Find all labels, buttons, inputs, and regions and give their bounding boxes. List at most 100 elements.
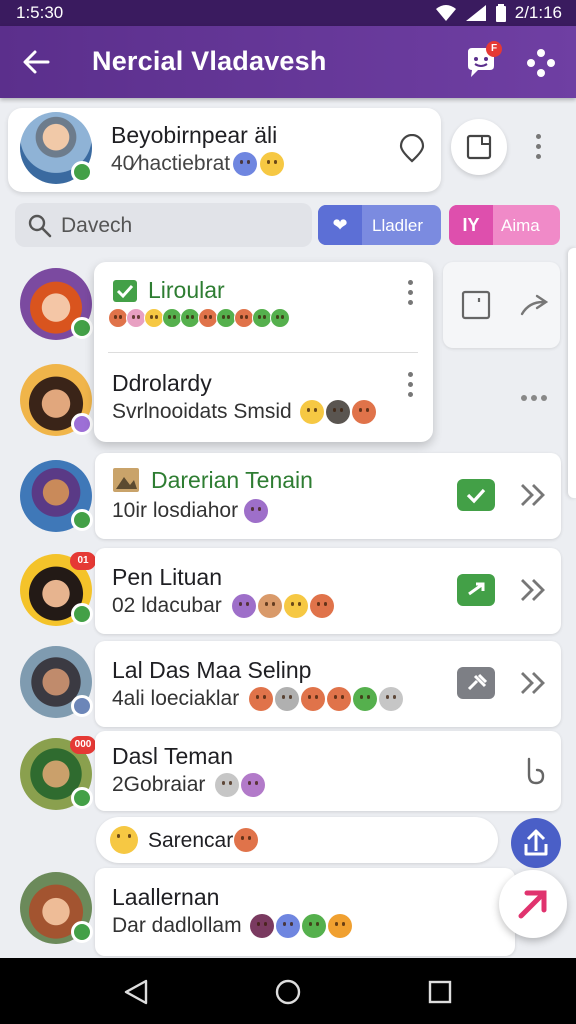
chat-subtitle-text: 10ir losdiahor — [112, 499, 239, 522]
check-button[interactable] — [457, 479, 495, 511]
double-chevron-icon[interactable] — [517, 574, 549, 606]
chat-name: Pen Lituan — [112, 564, 222, 590]
online-status-icon — [71, 161, 93, 183]
chat-subtitle-text: Dar dadlollam — [112, 914, 242, 937]
heart-icon: ❤ — [318, 205, 362, 245]
arrow-up-right-icon — [518, 890, 547, 919]
smile-emoji-icon — [260, 152, 285, 176]
chat-row[interactable]: Laallernan Dar dadlollam — [95, 868, 515, 956]
popup-item-name[interactable]: Liroular — [148, 277, 225, 304]
pin-button[interactable] — [457, 667, 495, 699]
filter-chip-aima[interactable]: IY Aima — [449, 205, 560, 245]
chat-subtitle-text: 4ali loeciaklar — [112, 687, 240, 710]
status-bar: 1:5:30 2/1:16 — [0, 0, 576, 26]
profile-name: Beyobirnpear äli — [111, 122, 278, 148]
emoji-icon — [301, 687, 326, 711]
online-status-icon — [71, 317, 93, 339]
more-vert-icon[interactable] — [406, 280, 414, 310]
app-bar: Nercial Vladavesh F — [0, 26, 576, 98]
sarencar-label: Sarencar — [148, 829, 234, 852]
notification-badge: F — [486, 41, 502, 57]
online-status-icon — [71, 509, 93, 531]
side-drawer-handle[interactable] — [568, 248, 576, 498]
battery-icon — [495, 4, 506, 22]
emoji-icon — [180, 308, 200, 328]
emoji-icon — [309, 594, 334, 618]
profile-subtitle: 40⁄hactiebrat — [111, 152, 285, 176]
chat-row[interactable]: Pen Lituan 02 ldacubar — [95, 548, 561, 634]
emoji-icon — [234, 308, 254, 328]
emoji-icon — [351, 400, 376, 424]
emoji-icon — [379, 687, 404, 711]
dots-cluster-icon[interactable] — [524, 46, 558, 80]
square-recents-icon[interactable] — [426, 978, 454, 1006]
emoji-icon — [301, 914, 326, 938]
triangle-back-icon[interactable] — [122, 978, 150, 1006]
chat-row[interactable]: Dasl Teman 2Gobraiar — [95, 731, 561, 811]
search-input[interactable]: Davech — [15, 203, 312, 247]
status-time: 1:5:30 — [16, 3, 64, 22]
signal-icon — [465, 5, 486, 21]
wifi-icon — [435, 5, 456, 21]
profile-subtitle-text: 40⁄hactiebrat — [111, 152, 231, 175]
avatar — [20, 364, 93, 436]
double-chevron-icon[interactable] — [517, 479, 549, 511]
square-icon[interactable] — [461, 290, 491, 320]
popup-item-name[interactable]: Ddrolardy — [112, 370, 212, 397]
chat-name: Darerian Tenain — [151, 467, 313, 493]
emoji-icon — [325, 400, 350, 424]
share-up-button[interactable] — [511, 818, 561, 868]
more-horiz-icon[interactable] — [518, 392, 550, 404]
arrow-left-icon[interactable] — [20, 46, 52, 78]
search-icon — [28, 214, 52, 238]
chat-row[interactable]: Lal Das Maa Selinp 4ali loeciaklar — [95, 641, 561, 727]
swipe-actions — [443, 262, 560, 348]
emoji-icon — [275, 914, 300, 938]
status-clock-right: 2/1:16 — [514, 3, 562, 22]
square-icon — [466, 134, 492, 160]
share-icon[interactable] — [519, 290, 551, 320]
emoji-icon — [353, 687, 378, 711]
double-chevron-icon[interactable] — [517, 667, 549, 699]
sarencar-pill[interactable]: Sarencar — [96, 817, 498, 863]
online-status-icon — [71, 921, 93, 943]
emoji-icon — [270, 308, 290, 328]
compose-button[interactable] — [451, 119, 507, 175]
location-pin-icon[interactable] — [397, 134, 427, 164]
chat-subtitle-text: 02 ldacubar — [112, 594, 222, 617]
chat-row[interactable]: Darerian Tenain 10ir losdiahor — [95, 453, 561, 539]
send-icon — [468, 582, 485, 596]
emoji-icon — [275, 687, 300, 711]
status-icons: 2/1:16 — [435, 3, 562, 23]
chat-subtitle: 10ir losdiahor — [112, 499, 269, 523]
circle-home-icon[interactable] — [274, 978, 302, 1006]
popup-item-subtitle-text: Svrlnooidats Smsid — [112, 400, 292, 423]
divider — [108, 352, 418, 353]
emoji-icon — [231, 594, 256, 618]
info-emoji-icon — [233, 152, 258, 176]
emoji-icon — [126, 308, 146, 328]
emoji-icon — [327, 687, 352, 711]
send-button[interactable] — [457, 574, 495, 606]
filter-label: Lladler — [372, 216, 424, 235]
emoji-icon — [257, 594, 282, 618]
chat-subtitle-text: 2Gobraiar — [112, 773, 206, 796]
emoji-icon — [241, 773, 266, 797]
chat-name: Laallernan — [112, 884, 220, 910]
profile-card[interactable]: Beyobirnpear äli 40⁄hactiebrat — [8, 108, 441, 192]
chat-subtitle: 4ali loeciaklar — [112, 687, 404, 711]
filter-icon: IY — [449, 205, 493, 245]
avatar — [20, 112, 93, 184]
more-vert-icon[interactable] — [406, 372, 414, 402]
emoji-row — [108, 308, 290, 328]
online-status-icon — [71, 603, 93, 625]
filter-chip-lladler[interactable]: ❤ Lladler — [318, 205, 441, 245]
more-vert-icon[interactable] — [534, 134, 542, 164]
hook-icon[interactable] — [519, 755, 547, 787]
chat-name: Lal Das Maa Selinp — [112, 657, 312, 683]
emoji-icon — [162, 308, 182, 328]
context-popup: Liroular Ddrolardy Svrlnooidats Smsid — [94, 262, 433, 442]
emoji-icon — [108, 308, 128, 328]
new-message-fab[interactable] — [499, 870, 567, 938]
system-nav-bar — [0, 958, 576, 1024]
